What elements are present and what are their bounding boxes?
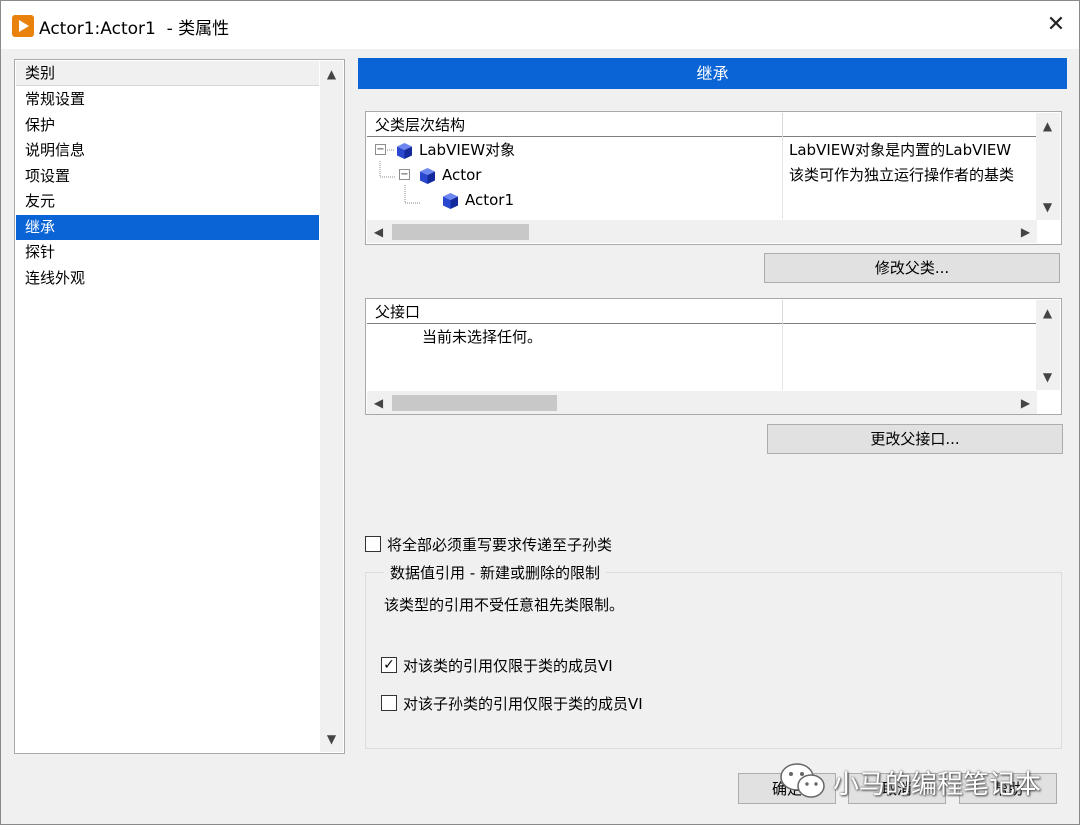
- parent-interfaces-column-name: 父接口: [367, 300, 783, 324]
- class-cube-icon: [396, 142, 413, 160]
- horizontal-scrollbar[interactable]: ◀ ▶: [367, 220, 1037, 243]
- scroll-up-icon[interactable]: ▲: [320, 63, 343, 85]
- scrollbar-thumb[interactable]: [392, 224, 529, 240]
- category-list-scrollbar[interactable]: ▲ ▼: [320, 61, 343, 752]
- wechat-icon: [780, 763, 825, 798]
- tree-node-actor1[interactable]: Actor1: [442, 188, 514, 213]
- change-parent-interface-button[interactable]: 更改父接口...: [767, 424, 1063, 454]
- scroll-down-icon[interactable]: ▼: [320, 728, 343, 750]
- parent-hierarchy-list[interactable]: 父类层次结构 − − LabVIEW对象 Actor Actor1 LabVIE…: [365, 111, 1062, 245]
- restrict-descendant-refs-label: 对该子孙类的引用仅限于类的成员VI: [403, 695, 643, 713]
- collapse-icon[interactable]: −: [399, 169, 410, 180]
- category-item[interactable]: 友元: [16, 189, 319, 215]
- scroll-down-icon[interactable]: ▼: [1036, 196, 1059, 218]
- category-item[interactable]: 常规设置: [16, 87, 319, 113]
- section-title: 继承: [358, 58, 1067, 89]
- scrollbar-thumb[interactable]: [392, 395, 557, 411]
- scroll-left-icon[interactable]: ◀: [367, 392, 390, 414]
- watermark-text: 小马的编程笔记本: [833, 770, 1042, 800]
- scroll-left-icon[interactable]: ◀: [367, 221, 390, 243]
- collapse-icon[interactable]: −: [375, 144, 386, 155]
- class-properties-dialog: Actor1:Actor1 - 类属性 ✕ 类别 常规设置 保护 说明信息 项设置 友元…: [0, 0, 1080, 825]
- scroll-up-icon[interactable]: ▲: [1036, 302, 1059, 324]
- watermark: 小马的编程笔记本: [779, 761, 1069, 801]
- dvr-restriction-group-title: 数据值引用 - 新建或删除的限制: [384, 562, 606, 583]
- category-list: 类别 常规设置 保护 说明信息 项设置 友元 继承 探针 连线外观 ▲ ▼: [14, 59, 345, 754]
- parent-interfaces-header: 父接口: [367, 300, 1037, 324]
- tree-node-label: Actor: [442, 166, 482, 184]
- category-item[interactable]: 保护: [16, 113, 319, 139]
- parent-hierarchy-header: 父类层次结构: [367, 113, 1037, 137]
- restrict-descendant-refs-checkbox[interactable]: [381, 695, 397, 711]
- category-item[interactable]: 项设置: [16, 164, 319, 190]
- column-divider: [782, 324, 783, 390]
- category-item[interactable]: 连线外观: [16, 266, 319, 292]
- scroll-right-icon[interactable]: ▶: [1014, 221, 1037, 243]
- window-title: Actor1:Actor1 - 类属性: [39, 19, 230, 39]
- class-cube-icon: [442, 192, 459, 210]
- dvr-restriction-note: 该类型的引用不受任意祖先类限制。: [384, 596, 625, 614]
- restrict-class-refs-checkbox[interactable]: ✓: [381, 657, 397, 673]
- vertical-scrollbar[interactable]: ▲ ▼: [1036, 113, 1060, 220]
- modify-parent-class-button[interactable]: 修改父类...: [764, 253, 1060, 283]
- tree-node-label: LabVIEW对象: [419, 141, 516, 159]
- no-selection-text: 当前未选择任何。: [422, 328, 543, 346]
- class-cube-icon: [419, 167, 436, 185]
- category-item[interactable]: 探针: [16, 240, 319, 266]
- scroll-right-icon[interactable]: ▶: [1014, 392, 1037, 414]
- vertical-scrollbar[interactable]: ▲ ▼: [1036, 300, 1060, 390]
- propagate-override-checkbox[interactable]: [365, 536, 381, 552]
- column-divider: [782, 137, 783, 219]
- title-bar: Actor1:Actor1 - 类属性 ✕: [1, 1, 1079, 49]
- tree-node-actor[interactable]: Actor: [419, 163, 481, 188]
- close-icon[interactable]: ✕: [1037, 7, 1075, 43]
- category-list-header: 类别: [16, 61, 319, 86]
- parent-hierarchy-column-name: 父类层次结构: [367, 113, 783, 137]
- category-item[interactable]: 继承: [16, 214, 319, 240]
- restrict-class-refs-label: 对该类的引用仅限于类的成员VI: [403, 657, 613, 675]
- scroll-down-icon[interactable]: ▼: [1036, 366, 1059, 388]
- description-line: LabVIEW对象是内置的LabVIEW: [789, 141, 1012, 159]
- tree-node-labview-object[interactable]: LabVIEW对象: [396, 138, 515, 163]
- scroll-up-icon[interactable]: ▲: [1036, 115, 1059, 137]
- horizontal-scrollbar[interactable]: ◀ ▶: [367, 391, 1037, 414]
- category-items: 常规设置 保护 说明信息 项设置 友元 继承 探针 连线外观: [16, 87, 319, 291]
- labview-app-icon: [12, 15, 34, 37]
- category-item[interactable]: 说明信息: [16, 138, 319, 164]
- propagate-override-label: 将全部必须重写要求传递至子孙类: [387, 536, 613, 554]
- description-line: 该类可作为独立运行操作者的基类: [789, 166, 1015, 184]
- parent-interfaces-list[interactable]: 父接口 当前未选择任何。 ▲ ▼ ◀ ▶: [365, 298, 1062, 415]
- tree-node-label: Actor1: [465, 191, 515, 209]
